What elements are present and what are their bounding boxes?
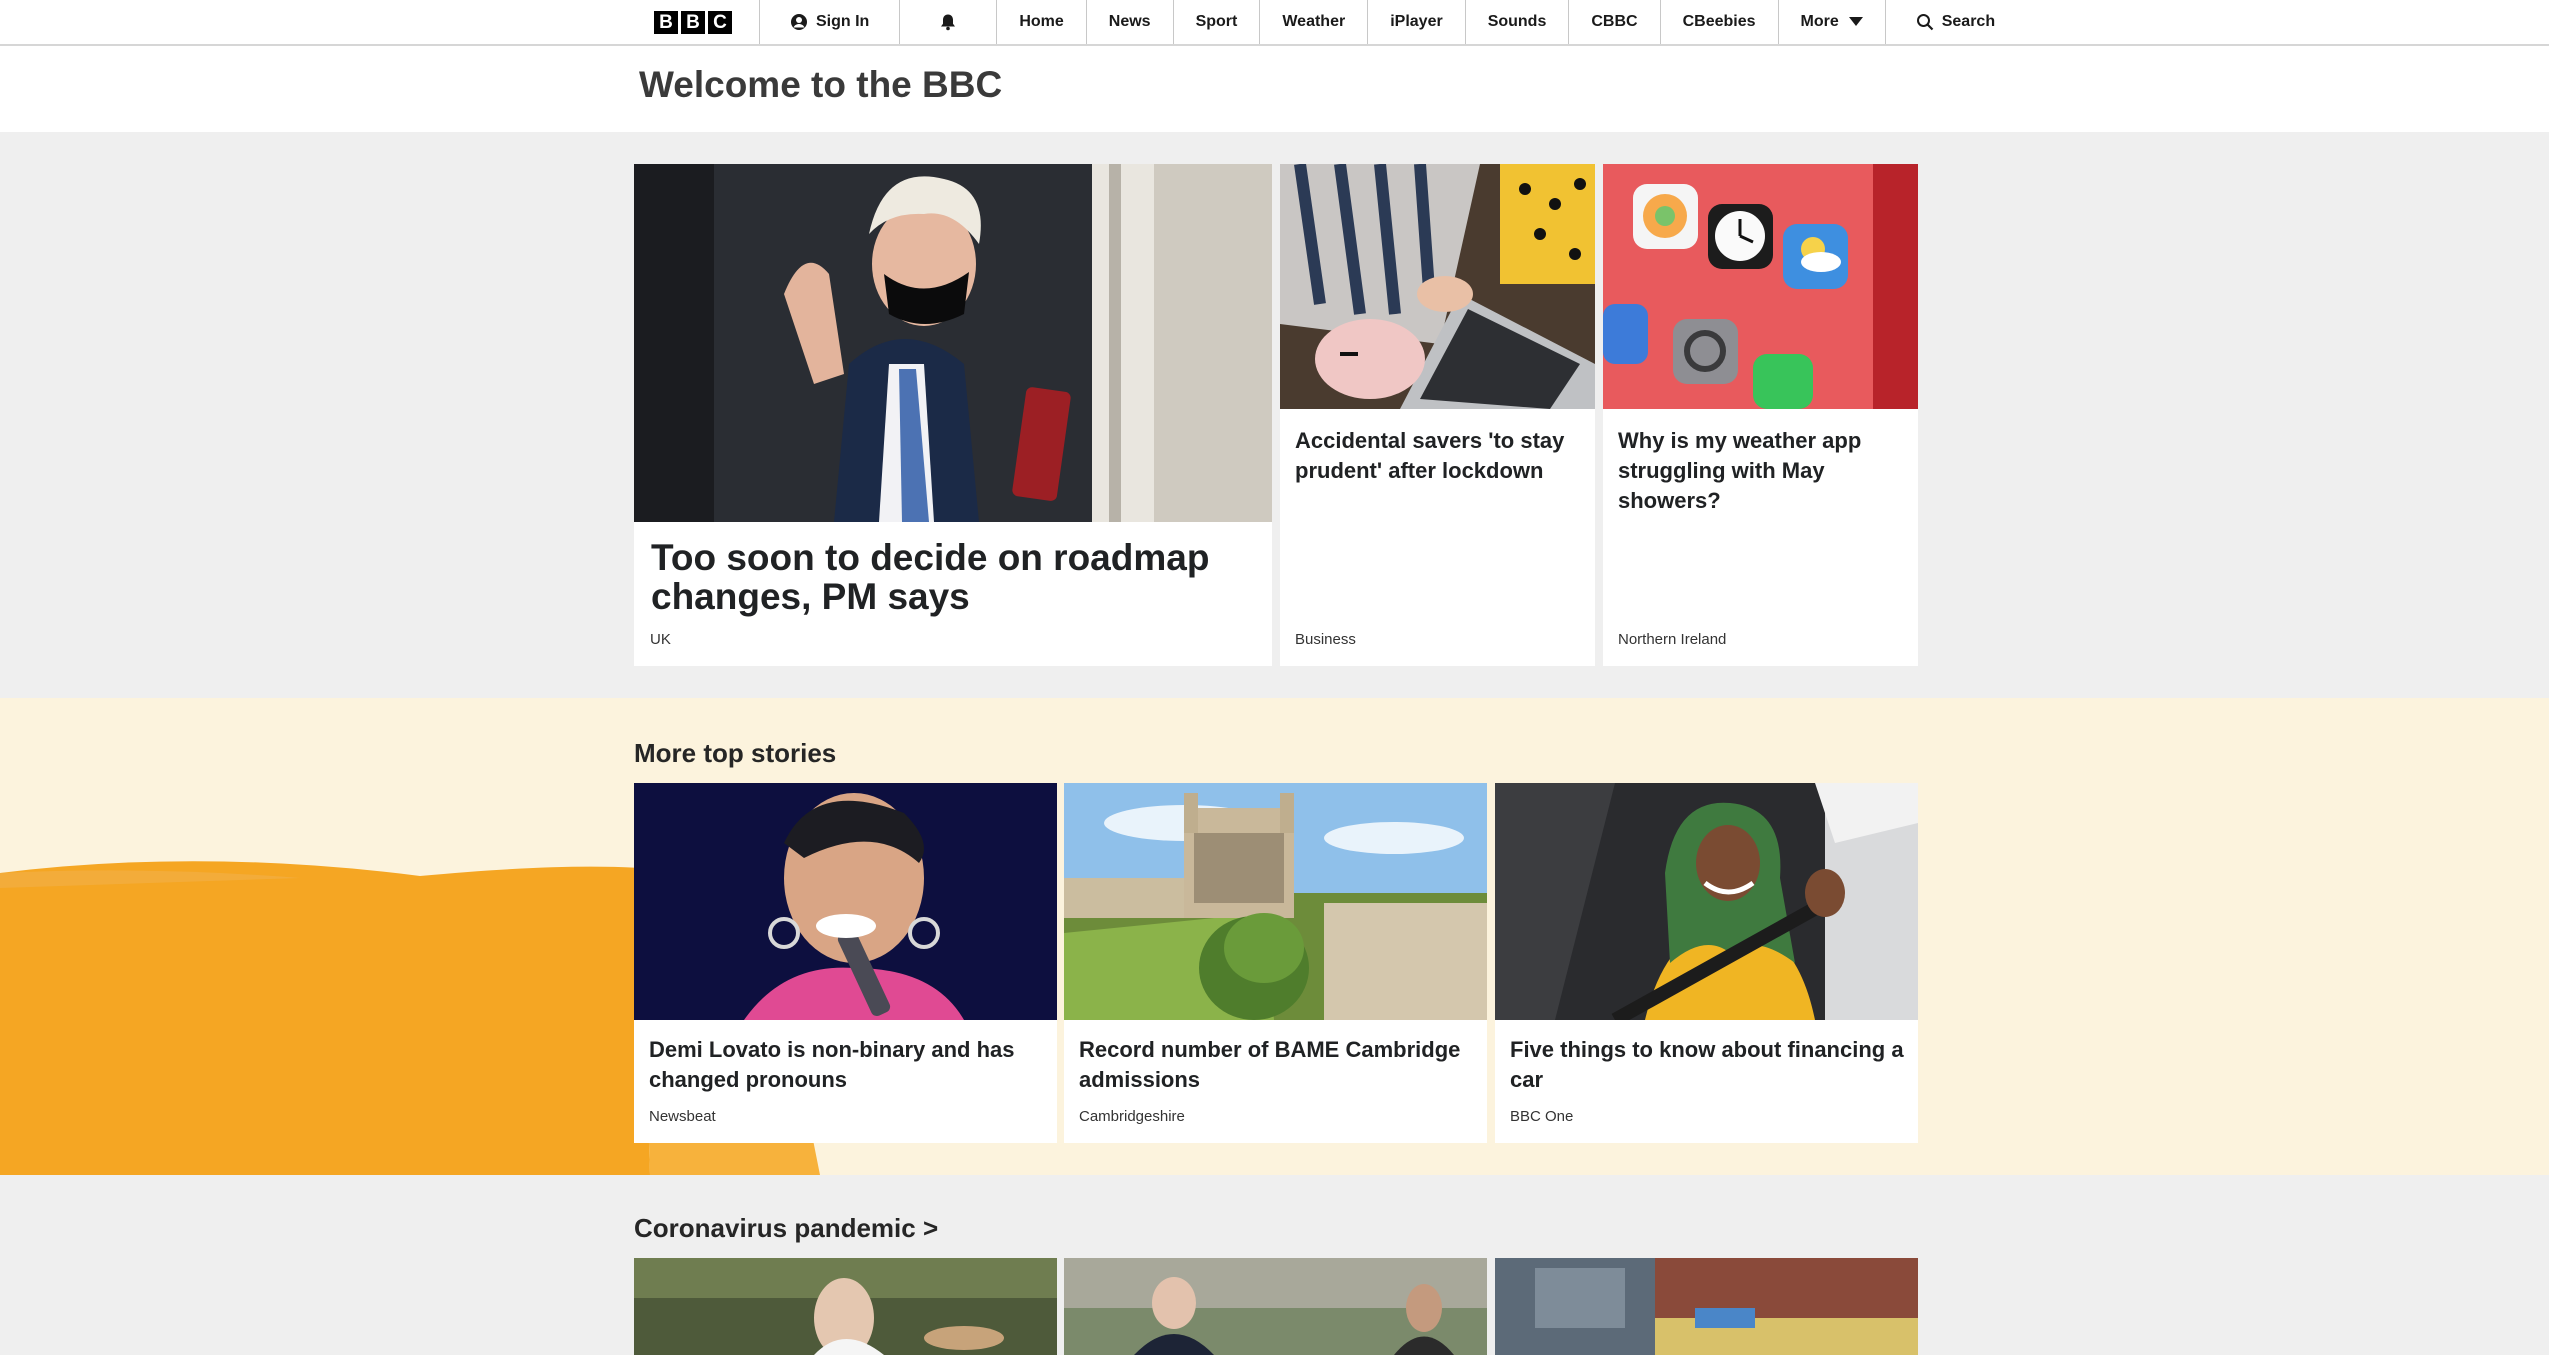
coronavirus-story-card-1[interactable] [634, 1258, 1057, 1355]
nav-more-menu[interactable]: More [1779, 0, 1886, 44]
story-headline-cambridge: Record number of BAME Cambridge admissio… [1079, 1037, 1461, 1092]
story-tag-business[interactable]: Business [1295, 631, 1356, 648]
bell-icon [939, 13, 957, 31]
coronavirus-section-link[interactable]: Coronavirus pandemic > [634, 1213, 938, 1244]
nav-cbbc[interactable]: CBBC [1569, 0, 1661, 44]
story-tag-northern-ireland[interactable]: Northern Ireland [1618, 631, 1726, 648]
story-image-demi-lovato [634, 783, 1057, 1020]
nav-sounds[interactable]: Sounds [1466, 0, 1570, 44]
welcome-banner: Welcome to the BBC [0, 46, 2549, 132]
sign-in-link[interactable]: Sign In [760, 0, 901, 44]
nav-weather[interactable]: Weather [1260, 0, 1369, 44]
nav-more-label: More [1800, 13, 1839, 30]
story-tag-cambridgeshire[interactable]: Cambridgeshire [1079, 1108, 1185, 1125]
coronavirus-story-card-2[interactable] [1064, 1258, 1487, 1355]
story-image-car-finance [1495, 783, 1918, 1020]
more-top-stories-heading: More top stories [634, 738, 837, 768]
search-label: Search [1941, 13, 1996, 30]
lead-story-headline: Too soon to decide on roadmap changes, P… [651, 537, 1210, 617]
nav-sport-label: Sport [1195, 13, 1238, 30]
story-image-cambridge [1064, 783, 1487, 1020]
page-title: Welcome to the BBC [639, 64, 1003, 105]
lead-story-card[interactable]: Too soon to decide on roadmap changes, P… [634, 164, 1272, 666]
nav-row: B B C Sign In Home News Sport Weather iP… [637, 0, 2017, 44]
logo-letter-c: C [708, 10, 732, 34]
account-icon [790, 13, 808, 31]
coronavirus-story-image-3 [1495, 1258, 1918, 1355]
story-card-business[interactable]: Accidental savers 'to stay prudent' afte… [1280, 164, 1595, 666]
chevron-down-icon [1848, 17, 1863, 27]
nav-home[interactable]: Home [997, 0, 1087, 44]
search-button[interactable]: Search [1886, 0, 2017, 44]
story-tag-bbc-one[interactable]: BBC One [1510, 1108, 1573, 1125]
coronavirus-story-card-3[interactable] [1495, 1258, 1918, 1355]
lead-story-tag[interactable]: UK [650, 631, 671, 648]
nav-home-label: Home [1019, 13, 1064, 30]
story-tag-newsbeat[interactable]: Newsbeat [649, 1108, 716, 1125]
nav-iplayer-label: iPlayer [1390, 13, 1443, 30]
logo-letter-b2: B [681, 10, 705, 34]
bbc-logo[interactable]: B B C [637, 0, 760, 44]
nav-iplayer[interactable]: iPlayer [1368, 0, 1466, 44]
sign-in-label: Sign In [816, 13, 870, 30]
story-headline-business: Accidental savers 'to stay prudent' afte… [1295, 428, 1565, 483]
search-icon [1916, 13, 1934, 31]
story-headline-car-finance: Five things to know about financing a ca… [1510, 1037, 1904, 1092]
story-headline-weather-app: Why is my weather app struggling with Ma… [1618, 428, 1862, 513]
story-card-northern-ireland[interactable]: Why is my weather app struggling with Ma… [1603, 164, 1918, 666]
logo-letter-b1: B [654, 10, 678, 34]
nav-news-label: News [1108, 13, 1151, 30]
nav-cbbc-label: CBBC [1591, 13, 1638, 30]
story-image-weather-app [1603, 164, 1918, 409]
story-card-car-finance[interactable]: Five things to know about financing a ca… [1495, 783, 1918, 1143]
top-navigation: B B C Sign In Home News Sport Weather iP… [0, 0, 2549, 46]
nav-news[interactable]: News [1087, 0, 1174, 44]
nav-weather-label: Weather [1282, 13, 1346, 30]
story-card-demi-lovato[interactable]: Demi Lovato is non-binary and has change… [634, 783, 1057, 1143]
nav-sounds-label: Sounds [1487, 13, 1547, 30]
nav-cbeebies-label: CBeebies [1682, 13, 1756, 30]
story-image-business [1280, 164, 1595, 409]
nav-sport[interactable]: Sport [1174, 0, 1261, 44]
coronavirus-story-image-2 [1064, 1258, 1487, 1355]
story-card-cambridge[interactable]: Record number of BAME Cambridge admissio… [1064, 783, 1487, 1143]
notifications-button[interactable] [900, 0, 998, 44]
coronavirus-story-image-1 [634, 1258, 1057, 1355]
nav-cbeebies[interactable]: CBeebies [1661, 0, 1779, 44]
story-headline-demi-lovato: Demi Lovato is non-binary and has change… [649, 1037, 1015, 1092]
lead-story-image [634, 164, 1272, 522]
